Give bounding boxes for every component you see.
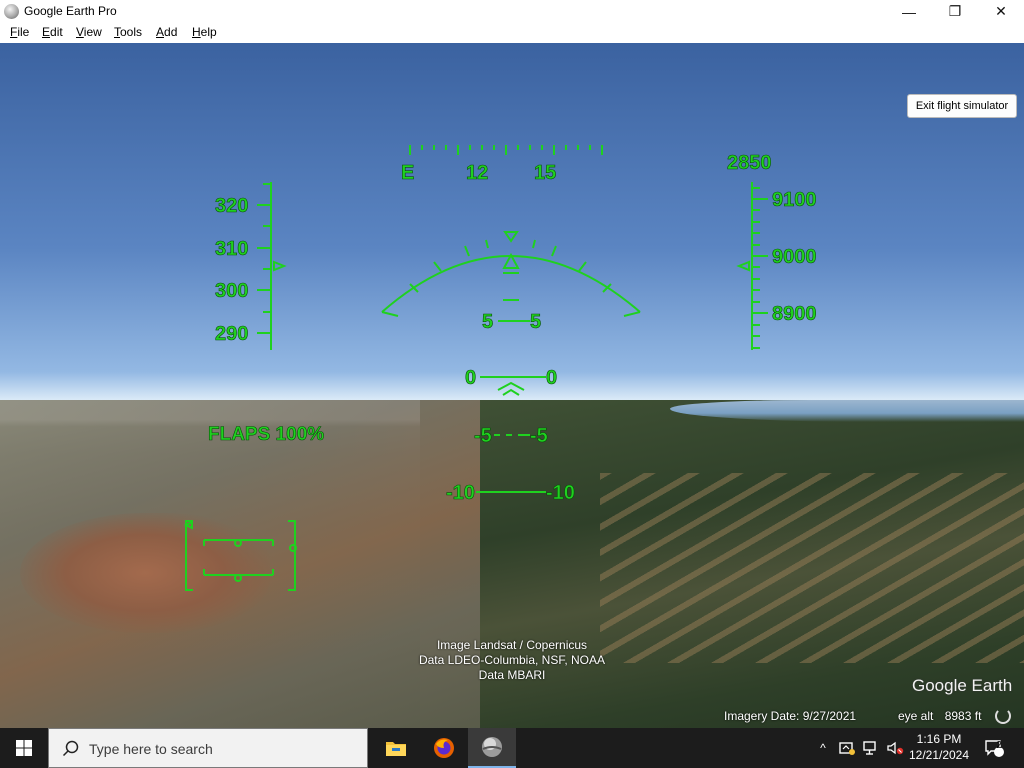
terrain-hills [20, 513, 270, 633]
tray-device-icon [839, 742, 855, 755]
chevron-up-icon: ^ [820, 741, 826, 755]
windows-logo-icon [16, 740, 32, 756]
clock-date: 12/21/2024 [908, 748, 970, 762]
google-earth-pro-icon [482, 737, 502, 757]
action-center-button[interactable]: 2 [980, 728, 1008, 768]
tray-app-icon[interactable] [836, 728, 858, 768]
close-icon: ✕ [995, 3, 1007, 19]
exit-flight-simulator-button[interactable]: Exit flight simulator [907, 94, 1017, 118]
maximize-button[interactable]: ❐ [932, 0, 978, 23]
taskbar-firefox[interactable] [420, 728, 468, 768]
eye-alt-value: 8983 ft [944, 709, 982, 723]
credit-line: Image Landsat / Copernicus [436, 638, 588, 652]
firefox-icon [434, 738, 454, 758]
search-icon [62, 740, 79, 757]
minimize-button[interactable]: — [886, 0, 932, 23]
menu-view[interactable]: View [76, 25, 102, 39]
imagery-date: Imagery Date: 9/27/2021 [724, 709, 857, 723]
menu-tools[interactable]: Tools [114, 25, 142, 39]
google-earth-app-icon [4, 4, 19, 19]
restore-icon: ❐ [948, 3, 962, 19]
show-hidden-icons-button[interactable]: ^ [812, 728, 834, 768]
credit-line: Data MBARI [478, 668, 546, 682]
network-button[interactable] [860, 728, 882, 768]
taskbar-search-box[interactable]: Type here to search [48, 728, 368, 768]
volume-muted-icon [887, 741, 904, 755]
start-button[interactable] [0, 728, 48, 768]
title-bar: Google Earth Pro — ❐ ✕ [0, 0, 1024, 23]
earth-3d-view[interactable]: Exit flight simulator [0, 43, 1024, 728]
taskbar-file-explorer[interactable] [372, 728, 420, 768]
folder-icon [386, 742, 406, 756]
menu-add[interactable]: Add [156, 25, 177, 39]
window-title: Google Earth Pro [24, 4, 117, 18]
volume-button[interactable] [884, 728, 906, 768]
credit-line: Data LDEO-Columbia, NSF, NOAA [418, 653, 606, 667]
menu-edit[interactable]: Edit [42, 25, 63, 39]
notification-count: 2 [996, 740, 1002, 751]
google-earth-logo: Google Earth [912, 676, 1013, 695]
close-button[interactable]: ✕ [978, 0, 1024, 23]
eye-alt-label: eye alt [898, 709, 934, 723]
search-placeholder: Type here to search [89, 741, 213, 757]
taskbar-google-earth-pro[interactable] [468, 728, 516, 768]
network-icon [863, 741, 876, 755]
eye-altitude: eye alt 8983 ft [898, 709, 981, 723]
imagery-credits: Image Landsat / Copernicus Data LDEO-Col… [380, 638, 644, 683]
windows-taskbar: Type here to search ^ 1:16 PM 12/21/2024… [0, 728, 1024, 768]
terrain-ridges [600, 473, 1024, 663]
menu-file[interactable]: File [10, 25, 29, 39]
clock-time: 1:16 PM [916, 732, 962, 746]
minimize-icon: — [902, 3, 916, 20]
menu-bar: File Edit View Tools Add Help [0, 23, 1024, 44]
streaming-status-icon [995, 708, 1011, 724]
menu-help[interactable]: Help [192, 25, 217, 39]
taskbar-clock[interactable]: 1:16 PM 12/21/2024 [906, 731, 972, 763]
